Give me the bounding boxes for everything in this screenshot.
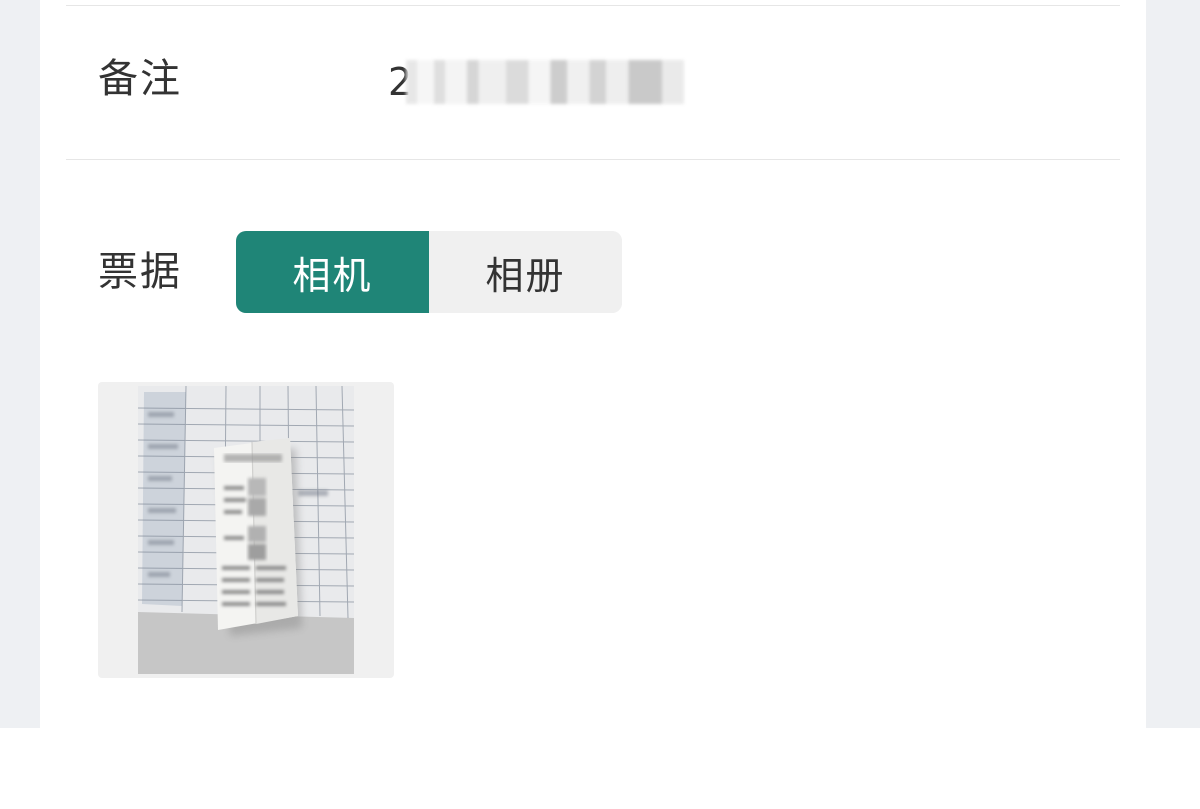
redacted-text-mask <box>406 60 685 104</box>
receipt-photo-thumbnail-icon <box>138 386 354 674</box>
note-divider <box>66 159 1120 160</box>
top-divider <box>66 5 1120 6</box>
receipt-label: 票据 <box>98 249 182 295</box>
album-button[interactable]: 相册 <box>429 231 622 313</box>
note-value[interactable]: 2 <box>388 57 685 107</box>
form-card: 备注 2 票据 相机 相册 <box>40 0 1146 728</box>
receipt-source-segmented-control: 相机 相册 <box>236 231 622 313</box>
note-label: 备注 <box>98 56 182 102</box>
receipt-image-thumbnail[interactable] <box>98 382 394 678</box>
camera-button[interactable]: 相机 <box>236 231 429 313</box>
